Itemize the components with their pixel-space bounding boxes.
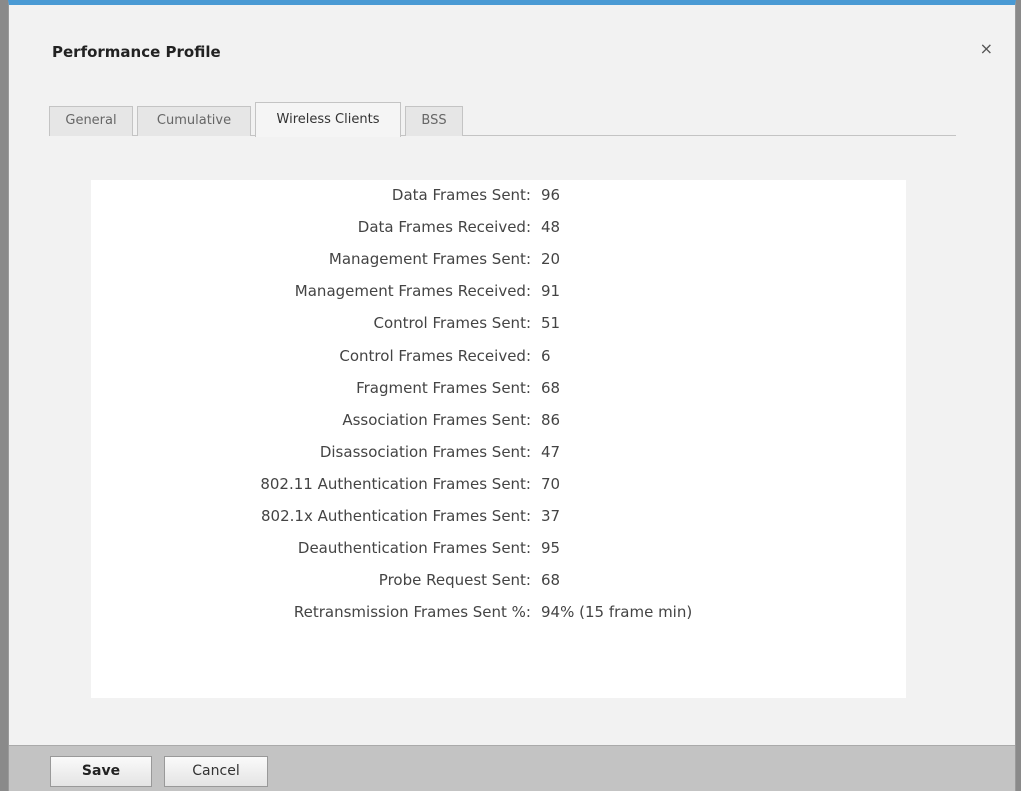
stat-row: Fragment Frames Sent: 68	[91, 375, 906, 401]
stat-row: 802.1x Authentication Frames Sent: 37	[91, 503, 906, 529]
stat-value: 68	[541, 571, 561, 589]
stat-label: Retransmission Frames Sent %:	[293, 603, 531, 621]
stat-label: Data Frames Sent:	[391, 186, 531, 204]
stat-value: 51	[541, 314, 561, 332]
stat-row: Disassociation Frames Sent: 47	[91, 439, 906, 465]
stats-panel: Data Frames Sent: 96 Data Frames Receive…	[91, 180, 906, 698]
stat-label: Control Frames Received:	[339, 347, 531, 365]
stat-value: 47	[541, 443, 561, 461]
stat-value: 96	[541, 186, 561, 204]
stat-label: Data Frames Received:	[357, 218, 531, 236]
stat-row: Probe Request Sent: 68	[91, 567, 906, 593]
tab-wireless-clients[interactable]: Wireless Clients	[255, 102, 401, 137]
dialog-footer: Save Cancel	[9, 745, 1015, 791]
stat-value: 68	[541, 379, 561, 397]
stat-value: 20	[541, 250, 561, 268]
cancel-button[interactable]: Cancel	[164, 756, 268, 787]
stat-row: Data Frames Received: 48	[91, 214, 906, 240]
stat-value: 91	[541, 282, 561, 300]
save-button[interactable]: Save	[50, 756, 152, 787]
stat-row: Control Frames Received: 6	[91, 343, 906, 369]
stat-label: Control Frames Sent:	[373, 314, 532, 332]
stat-value: 94% (15 frame min)	[541, 603, 693, 621]
stat-value: 95	[541, 539, 561, 557]
tab-cumulative[interactable]: Cumulative	[137, 106, 251, 136]
tab-general[interactable]: General	[49, 106, 133, 136]
stat-label: Fragment Frames Sent:	[356, 379, 531, 397]
close-icon[interactable]: ×	[980, 41, 993, 57]
stat-label: Disassociation Frames Sent:	[319, 443, 531, 461]
stat-label: 802.1x Authentication Frames Sent:	[261, 507, 531, 525]
tab-bss[interactable]: BSS	[405, 106, 463, 136]
stat-row: Retransmission Frames Sent %: 94% (15 fr…	[91, 599, 906, 625]
stat-label: Probe Request Sent:	[378, 571, 531, 589]
tab-bar: General Cumulative Wireless Clients BSS	[49, 102, 956, 137]
stat-label: Management Frames Sent:	[328, 250, 531, 268]
stat-label: Association Frames Sent:	[342, 411, 531, 429]
stat-value: 37	[541, 507, 561, 525]
stat-value: 86	[541, 411, 561, 429]
stat-row: Management Frames Received: 91	[91, 278, 906, 304]
performance-profile-dialog: Performance Profile × General Cumulative…	[8, 0, 1016, 791]
stat-label: Management Frames Received:	[294, 282, 531, 300]
dialog-title: Performance Profile	[52, 43, 221, 61]
stat-row: Control Frames Sent: 51	[91, 310, 906, 336]
stat-row: Association Frames Sent: 86	[91, 407, 906, 433]
stat-row: Deauthentication Frames Sent: 95	[91, 535, 906, 561]
stat-row: 802.11 Authentication Frames Sent: 70	[91, 471, 906, 497]
stat-label: 802.11 Authentication Frames Sent:	[260, 475, 531, 493]
stat-value: 48	[541, 218, 561, 236]
stat-row: Data Frames Sent: 96	[91, 182, 906, 208]
stat-label: Deauthentication Frames Sent:	[297, 539, 531, 557]
stat-value: 70	[541, 475, 561, 493]
stat-value: 6	[541, 347, 551, 365]
stat-row: Management Frames Sent: 20	[91, 246, 906, 272]
